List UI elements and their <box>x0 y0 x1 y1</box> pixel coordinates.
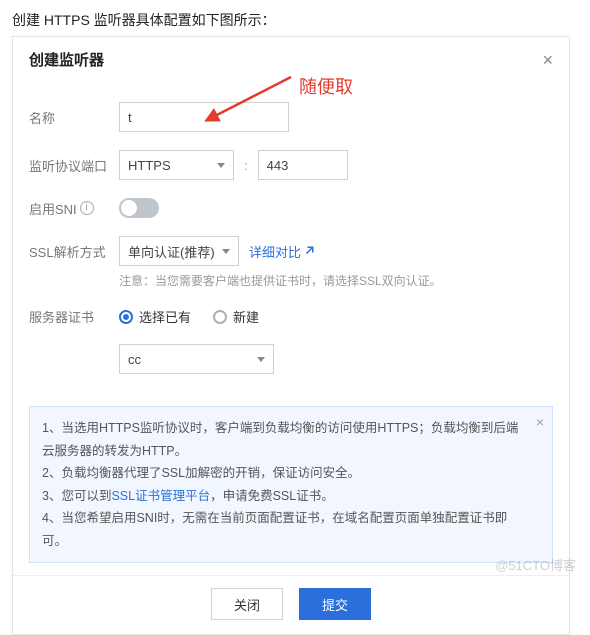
protocol-select[interactable]: HTTPS <box>119 150 234 180</box>
radio-existing-cert[interactable]: 选择已有 <box>119 307 191 326</box>
dialog-title: 创建监听器 <box>29 49 104 70</box>
form-body: 名称 监听协议端口 HTTPS : 启用SNI i <box>13 80 569 398</box>
radio-icon <box>119 310 133 324</box>
page-heading: 创建 HTTPS 监听器具体配置如下图所示： <box>0 0 590 36</box>
protocol-select-value: HTTPS <box>128 158 171 173</box>
radio-new-cert[interactable]: 新建 <box>213 307 259 326</box>
label-ssl-mode: SSL解析方式 <box>29 242 119 261</box>
create-listener-dialog: 随便取 创建监听器 × 名称 监听协议端口 HTTPS : 启用S <box>12 36 570 635</box>
compare-link[interactable]: 详细对比 <box>249 242 315 261</box>
external-link-icon <box>303 245 315 257</box>
sni-toggle[interactable] <box>119 198 159 218</box>
close-notice-icon[interactable]: × <box>536 415 544 429</box>
ssl-platform-link[interactable]: SSL证书管理平台 <box>111 489 210 503</box>
radio-icon <box>213 310 227 324</box>
ssl-mode-select[interactable]: 单向认证(推荐) <box>119 236 239 266</box>
info-icon[interactable]: i <box>80 201 94 215</box>
submit-button[interactable]: 提交 <box>299 588 371 620</box>
notice-item-1: 1、当选用HTTPS监听协议时，客户端到负载均衡的访问使用HTTPS；负载均衡到… <box>42 417 524 462</box>
close-icon[interactable]: × <box>542 51 553 69</box>
label-server-cert: 服务器证书 <box>29 307 119 326</box>
toggle-knob <box>121 200 137 216</box>
notice-item-4: 4、当您希望启用SNI时，无需在当前页面配置证书，在域名配置页面单独配置证书即可… <box>42 507 524 552</box>
dialog-footer: 关闭 提交 <box>13 575 569 634</box>
close-button[interactable]: 关闭 <box>211 588 283 620</box>
cert-select[interactable]: cc <box>119 344 274 374</box>
port-input[interactable] <box>258 150 348 180</box>
port-separator: : <box>244 158 248 173</box>
cert-select-value: cc <box>128 352 141 367</box>
ssl-mode-value: 单向认证(推荐) <box>128 242 215 261</box>
notice-item-3: 3、您可以到SSL证书管理平台，申请免费SSL证书。 <box>42 485 524 508</box>
chevron-down-icon <box>257 357 265 362</box>
name-input[interactable] <box>119 102 289 132</box>
label-sni: 启用SNI i <box>29 199 119 218</box>
ssl-mode-note: 注意：当您需要客户端也提供证书时，请选择SSL双向认证。 <box>119 272 553 289</box>
notice-item-2: 2、负载均衡器代理了SSL加解密的开销，保证访问安全。 <box>42 462 524 485</box>
label-name: 名称 <box>29 108 119 127</box>
info-notice: × 1、当选用HTTPS监听协议时，客户端到负载均衡的访问使用HTTPS；负载均… <box>29 406 553 563</box>
chevron-down-icon <box>217 163 225 168</box>
label-protocol-port: 监听协议端口 <box>29 156 119 175</box>
chevron-down-icon <box>222 249 230 254</box>
